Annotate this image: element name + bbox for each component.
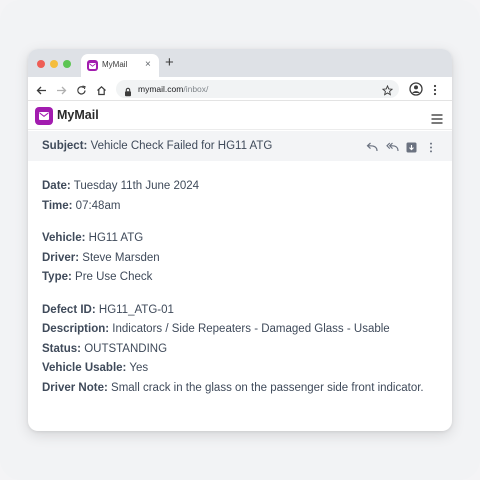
forward-icon[interactable]: [56, 83, 67, 101]
tab-title: MyMail: [102, 60, 128, 69]
subject-text: Vehicle Check Failed for HG11 ATG: [90, 140, 273, 152]
date-value: Tuesday 11th June 2024: [73, 180, 200, 192]
reply-icon[interactable]: [366, 140, 378, 158]
driver-label: Driver:: [42, 251, 80, 264]
home-icon[interactable]: [96, 83, 107, 101]
browser-toolbar: mymail.com/inbox/: [28, 77, 452, 101]
lock-icon: [124, 84, 132, 102]
type-value: Pre Use Check: [75, 271, 153, 283]
new-tab-button[interactable]: +: [165, 54, 174, 72]
profile-icon[interactable]: [409, 82, 423, 101]
type-line: Type: Pre Use Check: [42, 268, 442, 288]
hamburger-icon[interactable]: [431, 111, 443, 129]
defect-id-value: HG11_ATG-01: [98, 303, 174, 316]
subject-label: Subject:: [42, 140, 88, 152]
reload-icon[interactable]: [76, 83, 87, 101]
date-line: Date: Tuesday 11th June 2024: [42, 177, 442, 197]
url-host: mymail.com: [138, 84, 184, 94]
browser-tab[interactable]: MyMail ×: [81, 54, 159, 77]
description-label: Description:: [42, 323, 110, 335]
vehicle-value: HG11 ATG: [88, 232, 144, 244]
tab-bar: MyMail × +: [28, 49, 452, 77]
time-label: Time:: [42, 199, 73, 212]
description-value: Indicators / Side Repeaters - Damaged Gl…: [112, 323, 390, 335]
email-subject: Subject: Vehicle Check Failed for HG11 A…: [42, 140, 272, 152]
mail-favicon-icon: [87, 60, 98, 71]
address-bar[interactable]: mymail.com/inbox/: [116, 80, 399, 98]
note-label: Driver Note:: [42, 381, 108, 394]
tab-close-icon[interactable]: ×: [145, 58, 151, 72]
note-line: Driver Note: Small crack in the glass on…: [42, 379, 442, 399]
minimize-window-button[interactable]: [50, 60, 58, 68]
archive-icon[interactable]: [406, 140, 417, 158]
app-header: MyMail: [28, 102, 452, 130]
usable-line: Vehicle Usable: Yes: [42, 359, 442, 379]
star-icon[interactable]: [381, 83, 394, 101]
date-label: Date:: [42, 180, 71, 192]
defect-id-line: Defect ID: HG11_ATG-01: [42, 301, 442, 321]
vehicle-line: Vehicle: HG11 ATG: [42, 229, 442, 249]
usable-label: Vehicle Usable:: [42, 362, 127, 374]
url-text: mymail.com/inbox/: [138, 84, 208, 94]
status-line: Status: OUTSTANDING: [42, 340, 442, 360]
description-line: Description: Indicators / Side Repeaters…: [42, 320, 442, 340]
driver-line: Driver: Steve Marsden: [42, 249, 442, 269]
usable-value: Yes: [129, 362, 149, 374]
status-value: OUTSTANDING: [84, 342, 168, 355]
time-line: Time: 07:48am: [42, 197, 442, 217]
maximize-window-button[interactable]: [63, 60, 71, 68]
status-label: Status:: [42, 342, 81, 355]
time-value: 07:48am: [75, 199, 121, 212]
url-path: /inbox/: [183, 84, 209, 94]
more-icon[interactable]: [429, 140, 433, 158]
note-value: Small crack in the glass on the passenge…: [111, 381, 424, 394]
subject-bar: Subject: Vehicle Check Failed for HG11 A…: [28, 131, 452, 161]
type-label: Type:: [42, 271, 72, 283]
browser-window: MyMail × + mymail.com/inbox/ MyMail Subj…: [28, 49, 452, 431]
app-brand: MyMail: [57, 108, 99, 122]
mail-logo-icon: [35, 107, 53, 125]
browser-kebab-icon[interactable]: [433, 83, 437, 101]
back-icon[interactable]: [36, 83, 47, 101]
close-window-button[interactable]: [37, 60, 45, 68]
email-body: Date: Tuesday 11th June 2024 Time: 07:48…: [42, 177, 442, 398]
vehicle-label: Vehicle:: [42, 232, 86, 244]
driver-value: Steve Marsden: [82, 251, 160, 264]
reply-all-icon[interactable]: [386, 140, 399, 158]
defect-id-label: Defect ID:: [42, 303, 96, 316]
